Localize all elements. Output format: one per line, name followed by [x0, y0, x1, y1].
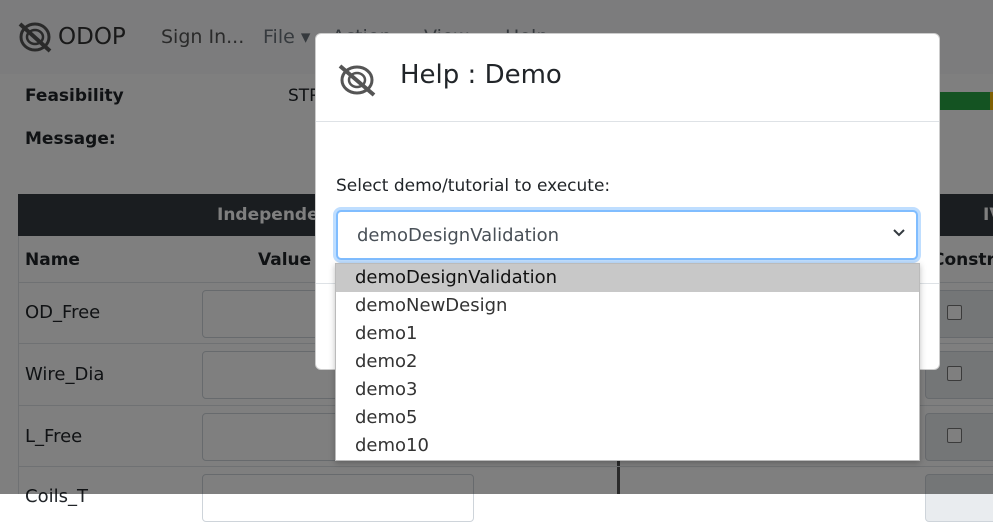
select-option[interactable]: demoNewDesign: [336, 292, 919, 320]
demo-select[interactable]: demoDesignValidation: [336, 210, 918, 260]
demo-select-options: demoDesignValidation demoNewDesign demo1…: [335, 263, 920, 461]
select-option[interactable]: demo5: [336, 404, 919, 432]
select-option[interactable]: demo3: [336, 376, 919, 404]
modal-title: Help : Demo: [400, 60, 562, 90]
select-label: Select demo/tutorial to execute:: [336, 176, 611, 196]
select-option[interactable]: demo10: [336, 432, 919, 460]
select-option[interactable]: demo1: [336, 320, 919, 348]
select-current-value: demoDesignValidation: [357, 225, 560, 246]
select-option[interactable]: demo2: [336, 348, 919, 376]
odop-logo-icon: [338, 64, 376, 97]
chevron-down-icon: [893, 229, 905, 237]
select-option[interactable]: demoDesignValidation: [336, 264, 919, 292]
modal-header: Help : Demo: [316, 34, 939, 122]
